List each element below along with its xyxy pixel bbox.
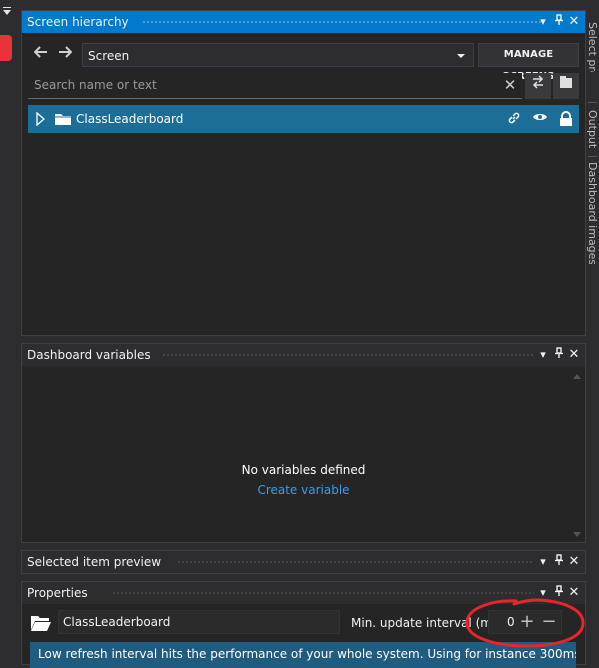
plus-icon[interactable]: + [518, 612, 536, 632]
min-update-interval-value[interactable]: 0 [507, 615, 515, 629]
eye-icon[interactable] [532, 111, 548, 127]
screen-hierarchy-titlebar[interactable]: Screen hierarchy ▾ ✕ [22, 11, 585, 33]
pin-icon[interactable] [552, 14, 566, 30]
expand-arrow-icon[interactable] [36, 112, 46, 126]
min-update-interval-stepper[interactable]: 0 + − [488, 610, 562, 634]
right-dock-tabs: Select properties Output Dashboard image… [586, 0, 599, 664]
manage-screens-button[interactable]: MANAGE SCREENS [478, 43, 579, 82]
close-icon[interactable]: ✕ [567, 347, 581, 363]
dashboard-variables-titlebar[interactable]: Dashboard variables ▾ ✕ [22, 344, 585, 366]
properties-titlebar[interactable]: Properties ▾ ✕ [22, 582, 585, 604]
dropdown-icon[interactable]: ▾ [536, 554, 550, 570]
close-icon[interactable]: ✕ [567, 585, 581, 601]
dropdown-icon[interactable]: ▾ [536, 347, 550, 363]
left-red-tab[interactable] [0, 35, 12, 61]
link-icon[interactable] [506, 111, 522, 127]
panel-title: Selected item preview [27, 555, 162, 569]
clear-icon[interactable]: ✕ [502, 77, 518, 93]
dropdown-icon[interactable]: ▾ [536, 14, 550, 30]
screen-hierarchy-panel: Screen hierarchy ▾ ✕ Screen MANAGE SCREE… [21, 10, 586, 336]
side-tab-select-properties[interactable]: Select properties [586, 22, 599, 72]
titlebar-grip [142, 20, 542, 25]
empty-state-text: No variables defined [241, 463, 366, 477]
performance-warning-banner: Low refresh interval hits the performanc… [30, 642, 576, 668]
min-update-interval-label: Min. update interval (ms) [351, 616, 503, 630]
left-dock-strip [0, 0, 20, 664]
dashboard-variables-panel: Dashboard variables ▾ ✕ No variables def… [21, 343, 586, 543]
left-dropdown-icon[interactable] [3, 10, 11, 15]
chevron-down-icon [457, 54, 465, 58]
close-icon[interactable]: ✕ [567, 554, 581, 570]
tree-item-label: ClassLeaderboard [76, 112, 184, 126]
left-menu-line [3, 7, 11, 8]
side-tab-separator [588, 156, 597, 157]
panel-title: Screen hierarchy [27, 15, 129, 29]
close-icon[interactable]: ✕ [567, 14, 581, 30]
search-input[interactable] [28, 73, 498, 97]
item-name-field[interactable]: ClassLeaderboard [58, 610, 340, 634]
minus-icon[interactable]: − [540, 612, 558, 632]
properties-panel: Properties ▾ ✕ ClassLeaderboard Min. upd… [21, 581, 586, 668]
folder-icon [55, 114, 71, 125]
panel-title: Dashboard variables [27, 348, 151, 362]
screen-select[interactable]: Screen [82, 43, 474, 67]
folder-open-icon [31, 616, 51, 631]
titlebar-grip [162, 353, 534, 358]
search-box: ✕ [28, 73, 522, 99]
side-tab-separator [588, 102, 597, 103]
side-tab-output[interactable]: Output [586, 110, 599, 152]
forward-arrow-icon[interactable] [56, 45, 74, 63]
screen-select-value: Screen [88, 49, 130, 63]
variables-list: No variables defined Create variable [22, 366, 585, 542]
create-variable-link[interactable]: Create variable [22, 483, 585, 497]
selected-item-preview-panel: Selected item preview ▾ ✕ [21, 550, 586, 574]
pin-icon[interactable] [552, 554, 566, 570]
selected-item-preview-titlebar[interactable]: Selected item preview ▾ ✕ [22, 551, 585, 573]
dropdown-icon[interactable]: ▾ [536, 585, 550, 601]
scroll-up-icon[interactable] [573, 374, 581, 379]
pin-icon[interactable] [552, 585, 566, 601]
pin-icon[interactable] [552, 347, 566, 363]
side-tab-dashboard-images[interactable]: Dashboard images [586, 162, 599, 264]
back-arrow-icon[interactable] [32, 45, 50, 63]
swap-toggle-button[interactable] [525, 73, 551, 99]
lock-icon[interactable] [558, 111, 574, 127]
panel-title: Properties [27, 586, 88, 600]
collapse-all-button[interactable] [553, 73, 579, 99]
tree-item-classleaderboard[interactable]: ClassLeaderboard [28, 105, 579, 133]
scroll-down-icon[interactable] [573, 532, 581, 537]
titlebar-grip [112, 591, 534, 596]
titlebar-grip [177, 560, 534, 565]
